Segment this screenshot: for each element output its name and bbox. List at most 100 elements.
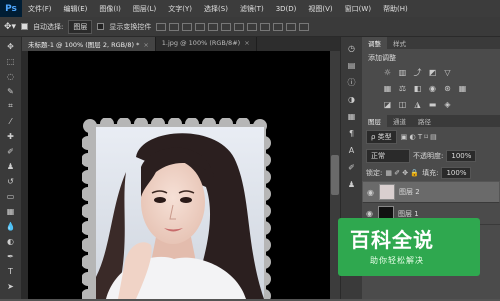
channel-mixer-icon[interactable]: ⊛ bbox=[442, 83, 453, 93]
menu-type[interactable]: 文字(Y) bbox=[162, 4, 198, 14]
tab-channels[interactable]: 通道 bbox=[387, 115, 412, 127]
tab-label: 未标题-1 @ 100% (图层 2, RGB/8) * bbox=[28, 41, 140, 49]
opacity-label: 不透明度: bbox=[413, 152, 444, 160]
eraser-tool-icon[interactable]: ▭ bbox=[3, 190, 19, 202]
exposure-icon[interactable]: ◩ bbox=[427, 67, 438, 77]
opacity-field[interactable]: 100% bbox=[446, 150, 477, 162]
eyedropper-tool-icon[interactable]: ⁄ bbox=[3, 115, 19, 127]
menu-edit[interactable]: 编辑(E) bbox=[58, 4, 94, 14]
menu-3d[interactable]: 3D(D) bbox=[270, 5, 303, 13]
posterize-icon[interactable]: ◫ bbox=[397, 99, 408, 109]
menu-file[interactable]: 文件(F) bbox=[22, 4, 58, 14]
quick-select-tool-icon[interactable]: ✎ bbox=[3, 85, 19, 97]
tab-paths[interactable]: 路径 bbox=[412, 115, 437, 127]
tab-styles[interactable]: 样式 bbox=[387, 37, 412, 49]
levels-icon[interactable]: ▥ bbox=[397, 67, 408, 77]
healing-tool-icon[interactable]: ✚ bbox=[3, 130, 19, 142]
dodge-tool-icon[interactable]: ◐ bbox=[3, 235, 19, 247]
distribute-vcenter-icon[interactable] bbox=[247, 22, 258, 31]
align-right-icon[interactable] bbox=[221, 22, 232, 31]
auto-select-dropdown[interactable]: 图层 bbox=[68, 19, 93, 34]
tab-untitled-1[interactable]: 未标题-1 @ 100% (图层 2, RGB/8) * × bbox=[22, 37, 156, 51]
photo-filter-icon[interactable]: ◉ bbox=[427, 83, 438, 93]
move-tool-icon[interactable]: ✥ bbox=[3, 40, 19, 52]
history-brush-icon[interactable]: ↺ bbox=[3, 175, 19, 187]
lasso-tool-icon[interactable]: ◌ bbox=[3, 70, 19, 82]
lock-row: 锁定: ▦ ✐ ✥ 🔒 填充: 100% bbox=[362, 165, 500, 181]
menu-layer[interactable]: 图层(L) bbox=[127, 4, 162, 14]
blend-mode-dropdown[interactable]: 正常 bbox=[366, 149, 410, 163]
curves-icon[interactable]: ⤴ bbox=[412, 67, 423, 77]
swatches-icon[interactable]: ▦ bbox=[345, 110, 359, 122]
threshold-icon[interactable]: ◮ bbox=[412, 99, 423, 109]
layer-row[interactable]: ◉ 图层 2 bbox=[362, 181, 500, 203]
menu-filter[interactable]: 滤镜(T) bbox=[234, 4, 270, 14]
brush-icon[interactable]: ✐ bbox=[345, 161, 359, 173]
color-balance-icon[interactable]: ⚖ bbox=[397, 83, 408, 93]
eye-icon[interactable]: ◉ bbox=[366, 209, 374, 218]
tab-adjustments[interactable]: 调整 bbox=[362, 37, 387, 49]
layer-filter-row: ρ 类型 ▣ ◐ T ⌑ ▤ bbox=[362, 127, 500, 147]
paragraph-icon[interactable]: ¶ bbox=[345, 127, 359, 139]
menu-window[interactable]: 窗口(W) bbox=[339, 4, 377, 14]
menu-image[interactable]: 图像(I) bbox=[93, 4, 127, 14]
align-bottom-icon[interactable] bbox=[182, 22, 193, 31]
lock-icons[interactable]: ▦ ✐ ✥ 🔒 bbox=[385, 169, 419, 177]
hue-saturation-icon[interactable]: ▦ bbox=[382, 83, 393, 93]
close-icon[interactable]: × bbox=[143, 41, 148, 49]
menu-help[interactable]: 帮助(H) bbox=[377, 4, 414, 14]
pen-tool-icon[interactable]: ✒ bbox=[3, 250, 19, 262]
gradient-map-icon[interactable]: ▬ bbox=[427, 99, 438, 109]
type-tool-icon[interactable]: T bbox=[3, 265, 19, 277]
menu-view[interactable]: 视图(V) bbox=[302, 4, 338, 14]
path-select-icon[interactable]: ➤ bbox=[3, 280, 19, 292]
info-icon[interactable]: ⓘ bbox=[345, 76, 359, 88]
stamp-tool-icon[interactable]: ♟ bbox=[3, 160, 19, 172]
color-icon[interactable]: ◑ bbox=[345, 93, 359, 105]
align-left-icon[interactable] bbox=[195, 22, 206, 31]
crop-tool-icon[interactable]: ⌗ bbox=[3, 100, 19, 112]
black-white-icon[interactable]: ◧ bbox=[412, 83, 423, 93]
tab-layers[interactable]: 图层 bbox=[362, 115, 387, 127]
fill-field[interactable]: 100% bbox=[441, 167, 472, 179]
distribute-left-icon[interactable] bbox=[273, 22, 284, 31]
invert-icon[interactable]: ◪ bbox=[382, 99, 393, 109]
menu-bar: Ps 文件(F) 编辑(E) 图像(I) 图层(L) 文字(Y) 选择(S) 滤… bbox=[0, 0, 500, 17]
color-lookup-icon[interactable]: ▦ bbox=[457, 83, 468, 93]
auto-select-label: 自动选择: bbox=[33, 22, 64, 31]
distribute-bottom-icon[interactable] bbox=[260, 22, 271, 31]
show-transform-checkbox[interactable] bbox=[97, 23, 105, 30]
adjustments-tabs: 调整 样式 bbox=[362, 37, 500, 49]
scrollbar-thumb[interactable] bbox=[331, 155, 339, 195]
layer-name[interactable]: 图层 1 bbox=[398, 209, 419, 219]
align-hcenter-icon[interactable] bbox=[208, 22, 219, 31]
distribute-top-icon[interactable] bbox=[234, 22, 245, 31]
distribute-hcenter-icon[interactable] bbox=[286, 22, 297, 31]
filter-icons[interactable]: ▣ ◐ T ⌑ ▤ bbox=[401, 133, 437, 141]
align-vcenter-icon[interactable] bbox=[169, 22, 180, 31]
selective-color-icon[interactable]: ◈ bbox=[442, 99, 453, 109]
close-icon[interactable]: × bbox=[244, 39, 249, 47]
eye-icon[interactable]: ◉ bbox=[367, 188, 375, 197]
gradient-tool-icon[interactable]: ▦ bbox=[3, 205, 19, 217]
history-icon[interactable]: ◷ bbox=[345, 42, 359, 54]
vibrance-icon[interactable]: ▽ bbox=[442, 67, 453, 77]
layer-thumbnail bbox=[379, 184, 395, 200]
tab-1-jpg[interactable]: 1.jpg @ 100% (RGB/8#) × bbox=[156, 37, 257, 51]
blur-tool-icon[interactable]: 💧 bbox=[3, 220, 19, 232]
properties-icon[interactable]: ▤ bbox=[345, 59, 359, 71]
brush-tool-icon[interactable]: ✐ bbox=[3, 145, 19, 157]
kind-filter-dropdown[interactable]: ρ 类型 bbox=[366, 130, 397, 144]
distribute-right-icon[interactable] bbox=[299, 22, 310, 31]
brightness-icon[interactable]: ☼ bbox=[382, 67, 393, 77]
character-icon[interactable]: A bbox=[345, 144, 359, 156]
marquee-tool-icon[interactable]: ⬚ bbox=[3, 55, 19, 67]
fill-label: 填充: bbox=[422, 169, 439, 177]
align-top-icon[interactable] bbox=[156, 22, 167, 31]
menu-select[interactable]: 选择(S) bbox=[198, 4, 234, 14]
layer-name[interactable]: 图层 2 bbox=[399, 187, 420, 197]
move-tool-icon[interactable]: ✥▾ bbox=[4, 22, 16, 32]
align-buttons bbox=[156, 22, 310, 31]
auto-select-checkbox[interactable] bbox=[21, 23, 29, 30]
clone-source-icon[interactable]: ♟ bbox=[345, 178, 359, 190]
